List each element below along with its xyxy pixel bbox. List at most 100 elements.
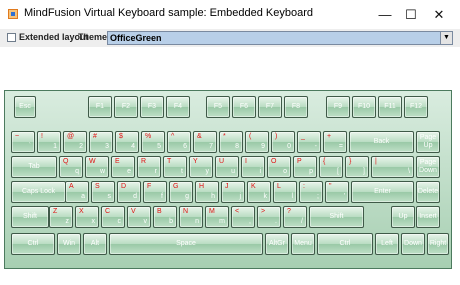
key-space[interactable]: Space: [109, 233, 263, 255]
key-win[interactable]: Win: [57, 233, 81, 255]
key-shift-label: @: [67, 133, 75, 140]
key-esc[interactable]: Esc: [14, 96, 36, 118]
key-9[interactable]: (9: [245, 131, 269, 153]
key-right-shift[interactable]: Shift: [309, 206, 364, 228]
key-f10[interactable]: F10: [352, 96, 376, 118]
key-backspace[interactable]: Back: [349, 131, 414, 153]
key-slash[interactable]: ? /: [283, 206, 307, 228]
key-k[interactable]: Kk: [247, 181, 271, 203]
key-shift-label: E: [115, 158, 120, 165]
key-f11[interactable]: F11: [378, 96, 402, 118]
key-a[interactable]: Aa: [65, 181, 89, 203]
key-semicolon[interactable]: :;: [299, 181, 323, 203]
key-altgr[interactable]: AltGr: [265, 233, 289, 255]
key-equals[interactable]: + =: [323, 131, 347, 153]
key-lbracket[interactable]: {[: [319, 156, 343, 178]
key-caps-lock[interactable]: Caps Lock: [11, 181, 66, 203]
key-j[interactable]: Jj: [221, 181, 245, 203]
key-h[interactable]: Hh: [195, 181, 219, 203]
key-r[interactable]: Rr: [137, 156, 161, 178]
key-d[interactable]: Dd: [117, 181, 141, 203]
key-w[interactable]: Ww: [85, 156, 109, 178]
key-main-label: h: [211, 193, 215, 200]
key-backtick[interactable]: ~ `: [11, 131, 35, 153]
key-s[interactable]: Ss: [91, 181, 115, 203]
key-left-shift[interactable]: Shift: [11, 206, 49, 228]
key-q[interactable]: Qq: [59, 156, 83, 178]
text-area[interactable]: [0, 47, 460, 90]
key-f4[interactable]: F4: [166, 96, 190, 118]
key-i[interactable]: Ii: [241, 156, 265, 178]
key-label: Back: [373, 138, 390, 145]
key-label: AltGr: [269, 240, 285, 247]
key-shift-label: (: [249, 133, 252, 140]
key-c[interactable]: Cc: [101, 206, 125, 228]
maximize-button[interactable]: ☐: [396, 0, 426, 29]
key-f6[interactable]: F6: [232, 96, 256, 118]
key-alt[interactable]: Alt: [83, 233, 107, 255]
key-f2[interactable]: F2: [114, 96, 138, 118]
key-3[interactable]: #3: [89, 131, 113, 153]
key-y[interactable]: Yy: [189, 156, 213, 178]
key-x[interactable]: Xx: [75, 206, 99, 228]
key-label: F2: [121, 103, 131, 110]
key-shift-label: :: [303, 183, 305, 190]
key-left[interactable]: Left: [375, 233, 399, 255]
key-period[interactable]: >.: [257, 206, 281, 228]
key-f3[interactable]: F3: [140, 96, 164, 118]
key-f1[interactable]: F1: [88, 96, 112, 118]
key-7[interactable]: & 7: [193, 131, 217, 153]
key-p[interactable]: Pp: [293, 156, 317, 178]
key-insert[interactable]: Insert: [416, 206, 440, 228]
key-label: Esc: [19, 103, 31, 110]
key-f12[interactable]: F12: [404, 96, 428, 118]
key-o[interactable]: Oo: [267, 156, 291, 178]
key-comma[interactable]: <,: [231, 206, 255, 228]
key-page-down[interactable]: Page Down: [416, 156, 440, 178]
key-t[interactable]: Tt: [163, 156, 187, 178]
theme-dropdown[interactable]: OfficeGreen ▼: [107, 31, 453, 45]
key-shift-label: ": [329, 183, 332, 190]
key-menu[interactable]: Menu: [291, 233, 315, 255]
key-n[interactable]: Nn: [179, 206, 203, 228]
key-right-ctrl[interactable]: Ctrl: [317, 233, 373, 255]
key-f[interactable]: Ff: [143, 181, 167, 203]
key-minus[interactable]: _ -: [297, 131, 321, 153]
key-enter[interactable]: Enter: [351, 181, 414, 203]
key-g[interactable]: Gg: [169, 181, 193, 203]
key-8[interactable]: * 8: [219, 131, 243, 153]
key-m[interactable]: Mm: [205, 206, 229, 228]
key-quote[interactable]: " ': [325, 181, 349, 203]
key-b[interactable]: Bb: [153, 206, 177, 228]
extended-layout-checkbox[interactable]: [7, 33, 16, 42]
key-page-up[interactable]: Page Up: [416, 131, 440, 153]
key-v[interactable]: Vv: [127, 206, 151, 228]
dropdown-arrow-icon[interactable]: ▼: [440, 32, 452, 44]
key-2[interactable]: @2: [63, 131, 87, 153]
key-e[interactable]: Ee: [111, 156, 135, 178]
key-label: F11: [384, 103, 396, 110]
key-main-label: k: [263, 193, 268, 200]
key-right[interactable]: Right: [427, 233, 449, 255]
key-f9[interactable]: F9: [326, 96, 350, 118]
key-up[interactable]: Up: [391, 206, 415, 228]
key-z[interactable]: Zz: [49, 206, 73, 228]
key-backslash[interactable]: | \: [371, 156, 414, 178]
key-f8[interactable]: F8: [284, 96, 308, 118]
close-button[interactable]: ✕: [424, 0, 454, 29]
key-4[interactable]: $4: [115, 131, 139, 153]
key-left-ctrl[interactable]: Ctrl: [11, 233, 55, 255]
key-rbracket[interactable]: }]: [345, 156, 369, 178]
key-f7[interactable]: F7: [258, 96, 282, 118]
key-f5[interactable]: F5: [206, 96, 230, 118]
key-u[interactable]: Uu: [215, 156, 239, 178]
key-5[interactable]: % 5: [141, 131, 165, 153]
key-tab[interactable]: Tab: [11, 156, 57, 178]
key-down[interactable]: Down: [401, 233, 425, 255]
key-6[interactable]: ^ 6: [167, 131, 191, 153]
key-0[interactable]: ) 0: [271, 131, 295, 153]
key-1[interactable]: ! 1: [37, 131, 61, 153]
key-l[interactable]: Ll: [273, 181, 297, 203]
key-delete[interactable]: Delete: [416, 181, 440, 203]
key-main-label: \: [408, 168, 410, 175]
